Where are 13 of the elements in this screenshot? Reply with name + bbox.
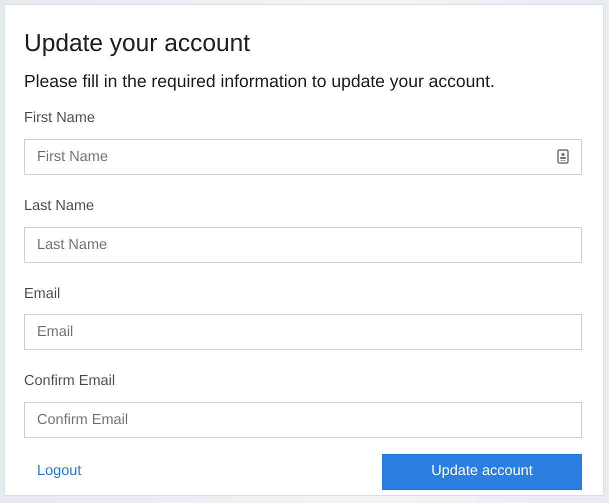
update-account-button[interactable]: Update account: [382, 454, 582, 490]
field-label: Last Name: [24, 196, 94, 216]
input-field[interactable]: Confirm Email: [24, 402, 582, 438]
contact-card-icon[interactable]: [557, 148, 569, 164]
input-field[interactable]: Email: [24, 314, 582, 350]
form-description: Please fill in the required information to update your account.: [24, 70, 496, 94]
field-label: Confirm Email: [24, 372, 116, 392]
input-field[interactable]: First Name: [24, 138, 582, 175]
form-title: Update your account: [24, 29, 252, 58]
field-label: First Name: [24, 109, 95, 128]
logout-link[interactable]: Logout: [37, 461, 82, 484]
input-field[interactable]: Last Name: [24, 226, 582, 263]
field-label: Email: [24, 284, 60, 304]
